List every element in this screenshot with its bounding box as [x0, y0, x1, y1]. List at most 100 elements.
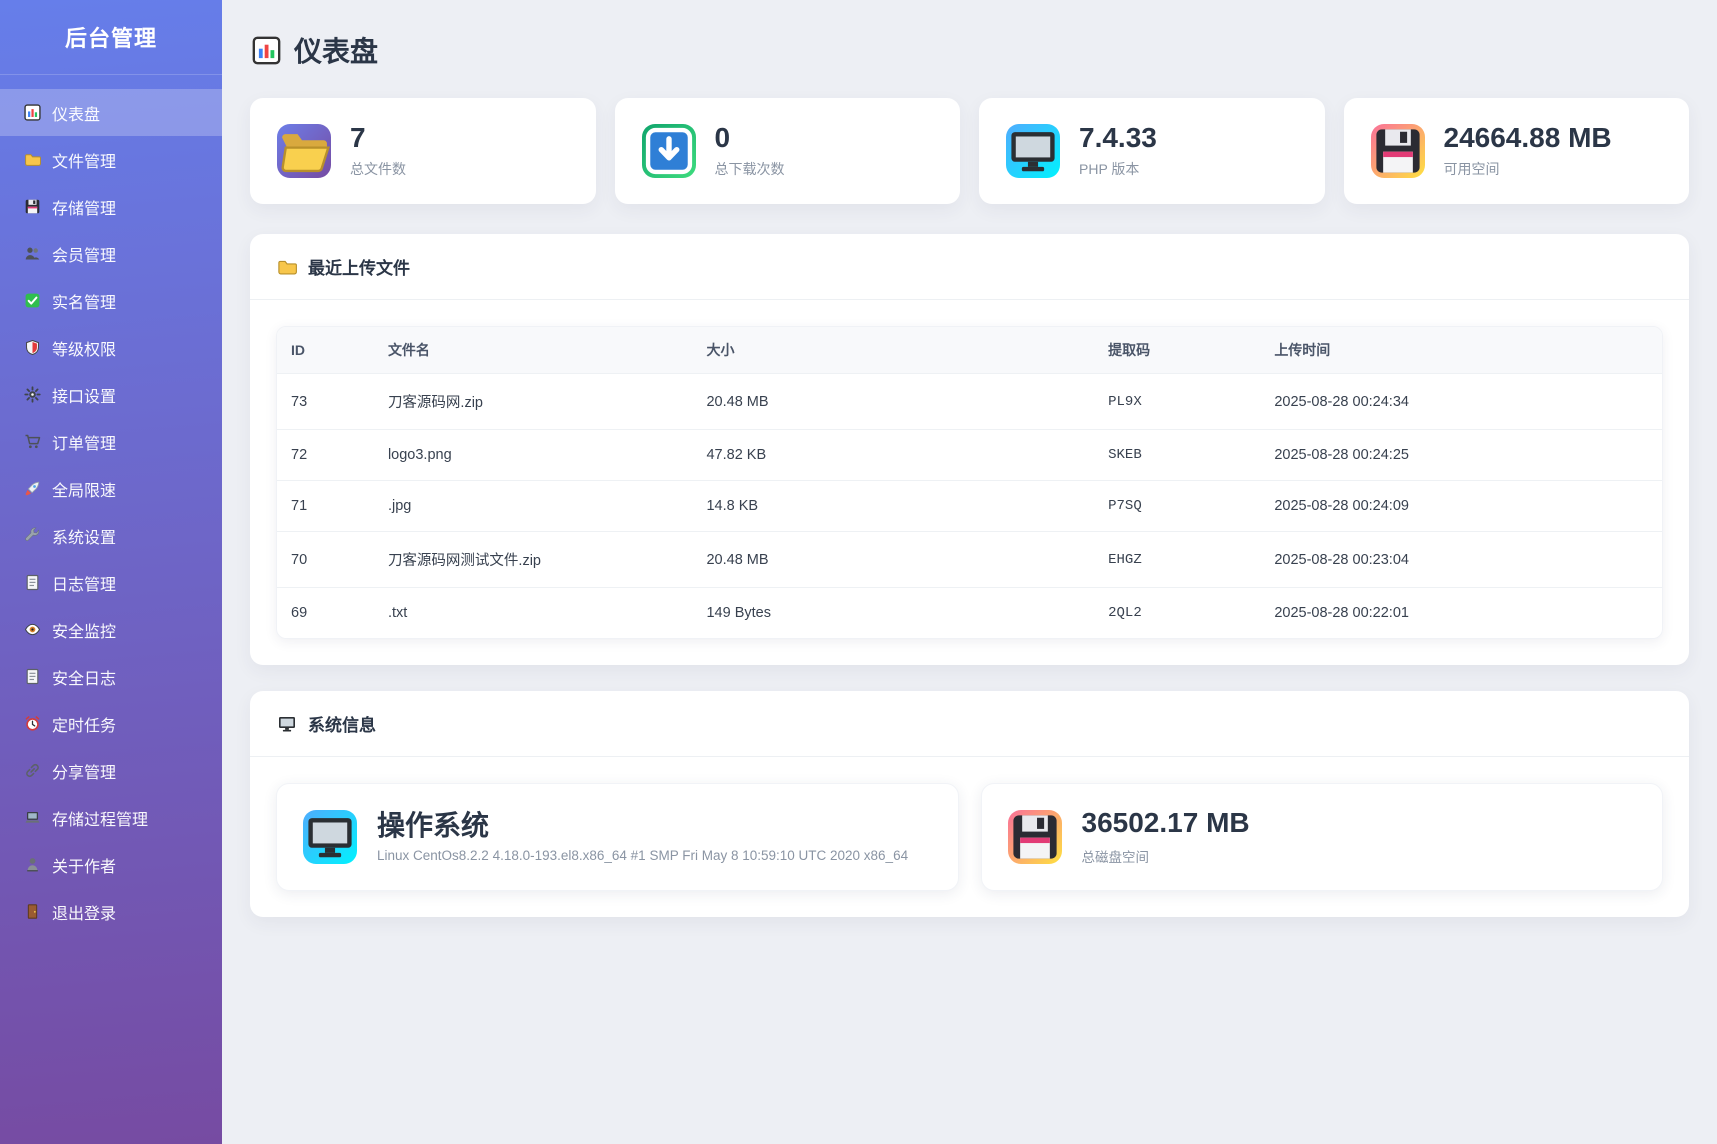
- cell-code: EHGZ: [1094, 532, 1260, 588]
- sidebar-item-label: 文件管理: [52, 148, 116, 172]
- wrench-icon: [24, 527, 41, 544]
- col-header-code: 提取码: [1094, 327, 1260, 374]
- system-info-title: 系统信息: [308, 711, 376, 736]
- sidebar-item-1[interactable]: 文件管理: [0, 136, 222, 183]
- table-header-row: ID 文件名 大小 提取码 上传时间: [277, 327, 1662, 374]
- recent-uploads-header: 最近上传文件: [250, 234, 1689, 300]
- floppy-icon: [1008, 810, 1062, 864]
- rocket-icon: [24, 480, 41, 497]
- table-row: 72 logo3.png 47.82 KB SKEB 2025-08-28 00…: [277, 430, 1662, 481]
- table-row: 69 .txt 149 Bytes 2QL2 2025-08-28 00:22:…: [277, 588, 1662, 639]
- sidebar-menu: 仪表盘 文件管理 存储管理 会员管理 实名管理 等级权限 接口设置 订单管理 全…: [0, 75, 222, 935]
- sidebar-item-label: 接口设置: [52, 383, 116, 407]
- sidebar-item-label: 关于作者: [52, 853, 116, 877]
- sidebar-item-10[interactable]: 日志管理: [0, 559, 222, 606]
- cart-icon: [24, 433, 41, 450]
- sidebar-item-label: 仪表盘: [52, 101, 100, 125]
- col-header-id: ID: [277, 327, 374, 374]
- memo-icon: [24, 668, 41, 685]
- recent-uploads-panel: 最近上传文件 ID 文件名 大小 提取码 上传时间: [250, 234, 1689, 665]
- uploads-table-card: ID 文件名 大小 提取码 上传时间 73 刀客源码网.zip 20.48 MB…: [276, 326, 1663, 639]
- stat-value: 7.4.33: [1079, 123, 1157, 152]
- sidebar-item-label: 存储管理: [52, 195, 116, 219]
- sidebar-item-label: 安全监控: [52, 618, 116, 642]
- main-content: 仪表盘 7 总文件数 0 总下载次数 7.4.33: [222, 0, 1717, 1144]
- stat-label: 可用空间: [1444, 159, 1612, 179]
- cell-time: 2025-08-28 00:24:34: [1260, 374, 1662, 430]
- table-row: 73 刀客源码网.zip 20.48 MB PL9X 2025-08-28 00…: [277, 374, 1662, 430]
- sidebar-item-label: 日志管理: [52, 571, 116, 595]
- sidebar-item-12[interactable]: 安全日志: [0, 653, 222, 700]
- system-info-header: 系统信息: [250, 691, 1689, 757]
- os-card: 操作系统 Linux CentOs8.2.2 4.18.0-193.el8.x8…: [276, 783, 959, 890]
- sidebar-item-0[interactable]: 仪表盘: [0, 89, 222, 136]
- cell-id: 73: [277, 374, 374, 430]
- disk-label: 总磁盘空间: [1082, 846, 1250, 866]
- sidebar-item-8[interactable]: 全局限速: [0, 465, 222, 512]
- table-row: 70 刀客源码网测试文件.zip 20.48 MB EHGZ 2025-08-2…: [277, 532, 1662, 588]
- sidebar-item-5[interactable]: 等级权限: [0, 324, 222, 371]
- stats-row: 7 总文件数 0 总下载次数 7.4.33 PHP 版本: [250, 98, 1689, 204]
- open-folder-icon: [277, 124, 331, 178]
- down-arrow-icon: [642, 124, 696, 178]
- cell-name: 刀客源码网.zip: [374, 374, 693, 430]
- sidebar-item-label: 定时任务: [52, 712, 116, 736]
- cell-name: .txt: [374, 588, 693, 639]
- system-info-panel: 系统信息 操作系统 Linux CentOs8.2.2 4.18.0-193.e…: [250, 691, 1689, 916]
- sidebar-item-label: 安全日志: [52, 665, 116, 689]
- person-icon: [24, 856, 41, 873]
- stat-card-php-version: 7.4.33 PHP 版本: [979, 98, 1325, 204]
- laptop-icon: [24, 809, 41, 826]
- page-title: 仪表盘: [252, 30, 1689, 70]
- folder-icon: [24, 151, 41, 168]
- sidebar-item-3[interactable]: 会员管理: [0, 230, 222, 277]
- os-details: Linux CentOs8.2.2 4.18.0-193.el8.x86_64 …: [377, 848, 908, 863]
- sidebar-item-9[interactable]: 系统设置: [0, 512, 222, 559]
- table-row: 71 .jpg 14.8 KB P7SQ 2025-08-28 00:24:09: [277, 481, 1662, 532]
- cell-code: P7SQ: [1094, 481, 1260, 532]
- sidebar-item-15[interactable]: 存储过程管理: [0, 794, 222, 841]
- gear-icon: [24, 386, 41, 403]
- sidebar-item-6[interactable]: 接口设置: [0, 371, 222, 418]
- cell-code: PL9X: [1094, 374, 1260, 430]
- cell-size: 149 Bytes: [692, 588, 1094, 639]
- sidebar-item-2[interactable]: 存储管理: [0, 183, 222, 230]
- stat-value: 0: [715, 123, 785, 152]
- cell-time: 2025-08-28 00:24:09: [1260, 481, 1662, 532]
- floppy-icon: [24, 198, 41, 215]
- col-header-time: 上传时间: [1260, 327, 1662, 374]
- monitor-icon: [1006, 124, 1060, 178]
- recent-uploads-title: 最近上传文件: [308, 254, 410, 279]
- stat-card-free-space: 24664.88 MB 可用空间: [1344, 98, 1690, 204]
- sidebar-item-13[interactable]: 定时任务: [0, 700, 222, 747]
- memo-icon: [24, 574, 41, 591]
- os-title: 操作系统: [377, 811, 908, 840]
- cell-size: 20.48 MB: [692, 532, 1094, 588]
- sidebar-item-16[interactable]: 关于作者: [0, 841, 222, 888]
- door-icon: [24, 903, 41, 920]
- sidebar-item-label: 等级权限: [52, 336, 116, 360]
- col-header-name: 文件名: [374, 327, 693, 374]
- sidebar: 后台管理 仪表盘 文件管理 存储管理 会员管理 实名管理 等级权限 接口设置 订…: [0, 0, 222, 1144]
- alarm-icon: [24, 715, 41, 732]
- sidebar-item-11[interactable]: 安全监控: [0, 606, 222, 653]
- sidebar-item-14[interactable]: 分享管理: [0, 747, 222, 794]
- uploads-table: ID 文件名 大小 提取码 上传时间 73 刀客源码网.zip 20.48 MB…: [277, 327, 1662, 638]
- cell-id: 72: [277, 430, 374, 481]
- stat-value: 7: [350, 123, 406, 152]
- sidebar-item-label: 实名管理: [52, 289, 116, 313]
- sidebar-item-17[interactable]: 退出登录: [0, 888, 222, 935]
- sidebar-item-label: 订单管理: [52, 430, 116, 454]
- stat-card-total-downloads: 0 总下载次数: [615, 98, 961, 204]
- sidebar-item-label: 退出登录: [52, 900, 116, 924]
- cell-name: logo3.png: [374, 430, 693, 481]
- app-window: 后台管理 仪表盘 文件管理 存储管理 会员管理 实名管理 等级权限 接口设置 订…: [0, 0, 1717, 1144]
- disk-card: 36502.17 MB 总磁盘空间: [981, 783, 1664, 890]
- cell-size: 20.48 MB: [692, 374, 1094, 430]
- sidebar-item-4[interactable]: 实名管理: [0, 277, 222, 324]
- cell-id: 69: [277, 588, 374, 639]
- cell-size: 14.8 KB: [692, 481, 1094, 532]
- check-icon: [24, 292, 41, 309]
- stat-label: PHP 版本: [1079, 159, 1157, 179]
- sidebar-item-7[interactable]: 订单管理: [0, 418, 222, 465]
